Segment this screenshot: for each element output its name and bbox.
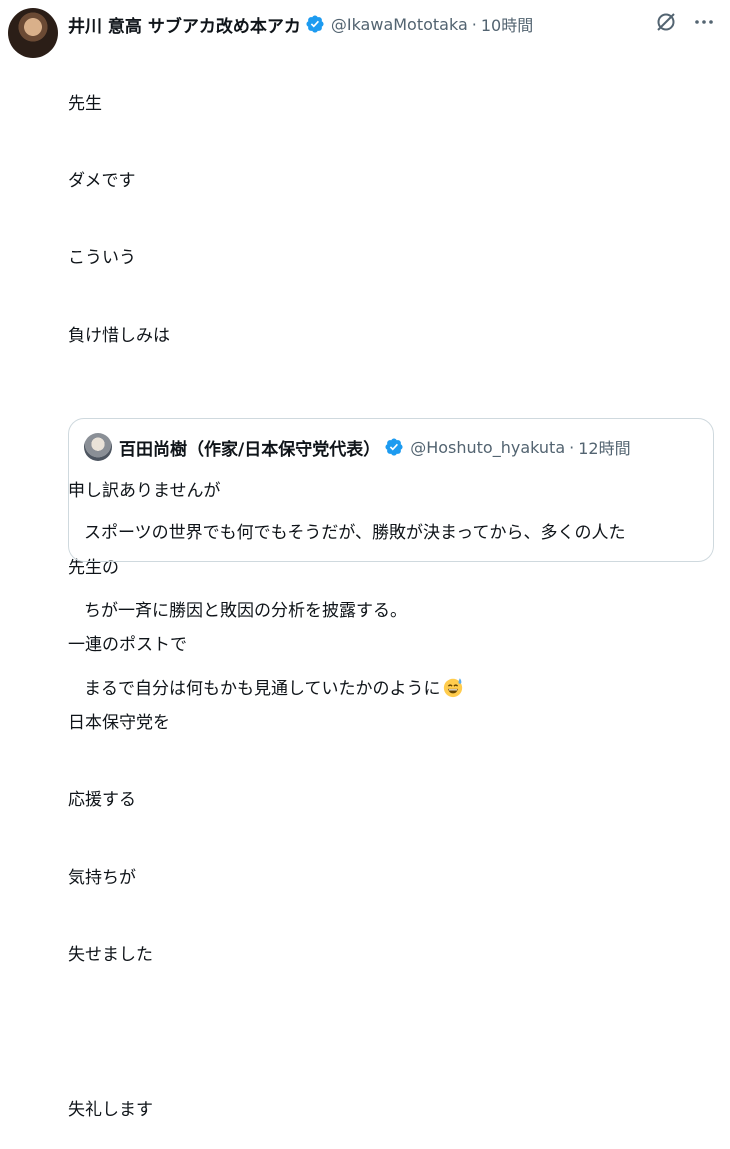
tweet-line: 失礼します [68,1099,153,1120]
grok-icon[interactable] [654,10,678,34]
verified-badge-icon [385,438,403,456]
tweet-line: 先生 [68,93,102,114]
tweet-line: 気持ちが [68,867,136,888]
quote-line: ちが一斉に勝因と敗因の分析を披露する。 [84,601,407,621]
quote-author-avatar[interactable] [84,433,112,461]
meta-separator: · [471,14,477,34]
quote-text: スポーツの世界でも何でもそうだが、勝敗が決まってから、多くの人た ちが一斉に勝因… [84,468,704,754]
tweet-timestamp[interactable]: 10時間 [481,12,533,36]
quoted-tweet[interactable]: 百田尚樹（作家/日本保守党代表） @Hoshuto_hyakuta · 12時間… [68,418,714,699]
quote-line: まるで自分は何もかも見通していたかのように [84,676,704,702]
sweat-smile-emoji [443,678,462,698]
quote-author-handle[interactable]: @Hoshuto_hyakuta [410,438,565,457]
quote-header: 百田尚樹（作家/日本保守党代表） @Hoshuto_hyakuta · 12時間 [119,435,631,460]
tweet-actions-top [654,10,716,34]
verified-badge-icon [306,15,324,33]
tweet-header: 井川 意高 サブアカ改め本アカ @IkawaMototaka · 10時間 [68,11,533,37]
more-icon[interactable] [692,10,716,34]
quote-line: スポーツの世界でも何でもそうだが、勝敗が決まってから、多くの人た [84,523,626,543]
meta-separator: · [569,437,575,457]
tweet-line: 応援する [68,790,136,811]
author-avatar[interactable] [8,8,58,58]
tweet-line [68,1020,708,1046]
quote-line-text: まるで自分は何もかも見通していたかのように [84,679,441,699]
tweet-line: こういう [68,248,136,269]
author-handle[interactable]: @IkawaMototaka [331,15,468,34]
quote-timestamp[interactable]: 12時間 [578,435,630,459]
tweet-line: 失せました [68,944,153,965]
author-name[interactable]: 井川 意高 サブアカ改め本アカ [68,12,301,37]
tweet-line: ダメです [68,170,136,191]
tweet-line: 負け惜しみは [68,325,170,346]
quote-author-name[interactable]: 百田尚樹（作家/日本保守党代表） [119,435,380,460]
